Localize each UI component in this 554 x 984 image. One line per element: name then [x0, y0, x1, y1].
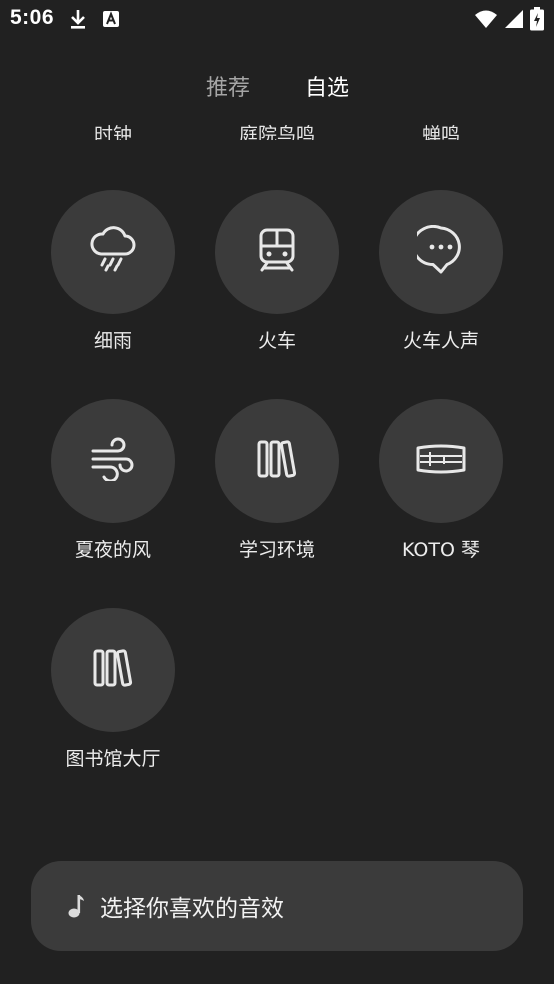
status-bar: 5:06: [0, 0, 554, 38]
books-icon: [256, 439, 298, 483]
sound-tile-library-hall[interactable]: 图书馆大厅: [31, 608, 195, 798]
koto-icon: [414, 442, 468, 480]
previous-row-labels: 时钟 庭院鸟鸣 蝉鸣: [0, 118, 554, 140]
sound-button[interactable]: [379, 399, 503, 523]
tab-bar: 推荐 自选: [0, 70, 554, 104]
books-icon: [92, 648, 134, 692]
tab-recommend[interactable]: 推荐: [206, 70, 250, 102]
chat-bubble-icon: [411, 225, 465, 279]
sound-button[interactable]: [51, 190, 175, 314]
sound-label-garden-birds[interactable]: 庭院鸟鸣: [239, 120, 315, 140]
signal-icon: [504, 9, 524, 33]
download-icon: [68, 8, 88, 34]
cloud-drizzle-icon: [87, 226, 139, 278]
battery-charging-icon: [530, 7, 544, 35]
sound-label: 夏夜的风: [74, 539, 151, 561]
sound-tile-summer-night-wind[interactable]: 夏夜的风: [31, 399, 195, 589]
sound-label-cicada[interactable]: 蝉鸣: [422, 120, 460, 140]
sound-label: 细雨: [93, 330, 132, 352]
status-time: 5:06: [10, 6, 55, 29]
choose-sound-bar[interactable]: 选择你喜欢的音效: [31, 861, 523, 951]
sound-button[interactable]: [51, 399, 175, 523]
sound-button[interactable]: [215, 190, 339, 314]
sound-label: KOTO 琴: [402, 539, 480, 561]
music-note-icon: [67, 893, 87, 923]
sound-button[interactable]: [379, 190, 503, 314]
wifi-icon: [474, 9, 498, 33]
a-badge-icon: [102, 10, 120, 32]
train-icon: [255, 227, 299, 277]
sound-label: 图书馆大厅: [65, 748, 161, 770]
sound-tile-train-voices[interactable]: 火车人声: [359, 190, 523, 380]
sound-tile-train[interactable]: 火车: [195, 190, 359, 380]
sound-tile-study-environment[interactable]: 学习环境: [195, 399, 359, 589]
sound-button[interactable]: [51, 608, 175, 732]
sound-label: 学习环境: [238, 539, 315, 561]
sound-label-clock[interactable]: 时钟: [94, 120, 132, 140]
tab-custom[interactable]: 自选: [305, 70, 349, 102]
sound-label: 火车: [257, 330, 296, 352]
wind-icon: [90, 437, 136, 485]
choose-sound-text: 选择你喜欢的音效: [100, 896, 284, 922]
sound-button[interactable]: [215, 399, 339, 523]
sound-tile-drizzle[interactable]: 细雨: [31, 190, 195, 380]
sound-tile-koto[interactable]: KOTO 琴: [359, 399, 523, 589]
sound-label: 火车人声: [402, 330, 479, 352]
